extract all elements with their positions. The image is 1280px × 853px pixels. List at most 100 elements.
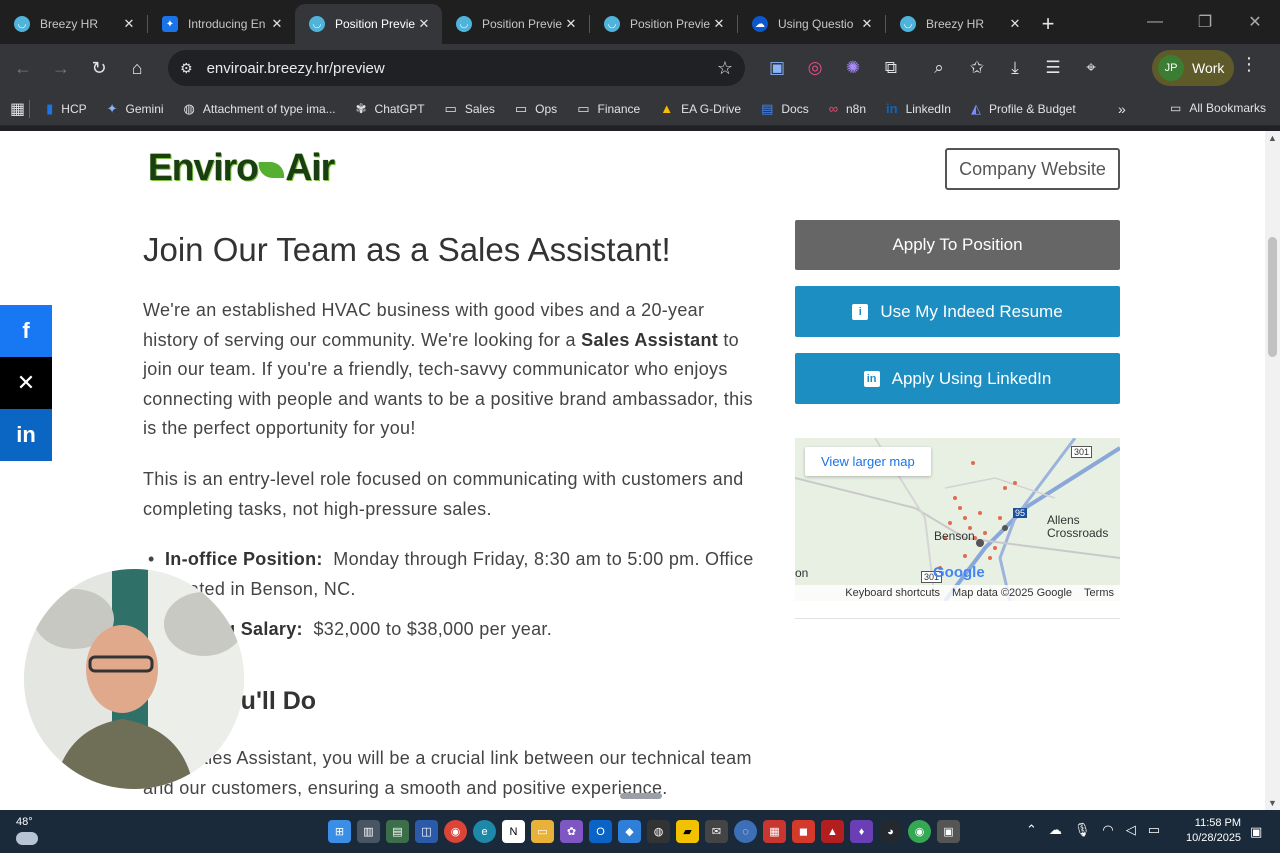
github-icon[interactable]: ◕	[879, 820, 902, 843]
bookmark-gemini[interactable]: ✦ Gemini	[107, 101, 164, 117]
weather-widget[interactable]: 48°	[16, 816, 38, 845]
bookmark-linkedin[interactable]: in LinkedIn	[886, 101, 951, 116]
minimize-icon[interactable]: —	[1130, 0, 1180, 44]
tab-using-questions[interactable]: ☁ Using Questio ✕	[738, 4, 885, 44]
tab-position-preview-3[interactable]: ◡ Position Previe ✕	[590, 4, 737, 44]
close-icon[interactable]: ✕	[416, 16, 432, 32]
all-bookmarks[interactable]: ▭ All Bookmarks	[1170, 101, 1266, 115]
company-website-button[interactable]: Company Website	[945, 148, 1120, 190]
facebook-icon[interactable]: f	[0, 305, 52, 357]
close-icon[interactable]: ✕	[563, 16, 579, 32]
bookmark-attachment[interactable]: ◍ Attachment of type ima...	[184, 101, 336, 117]
favorites-icon[interactable]: ✩	[958, 49, 996, 87]
app-icon-red-sheet[interactable]: ▦	[763, 820, 786, 843]
onedrive-icon[interactable]: ☁	[1049, 822, 1062, 838]
search-tabs-icon[interactable]: ⌕	[920, 49, 958, 87]
view-larger-map-link[interactable]: View larger map	[805, 447, 931, 476]
notification-icon[interactable]: ▣	[1250, 824, 1262, 840]
task-view-icon[interactable]: ▥	[357, 820, 380, 843]
terms-link[interactable]: Terms	[1084, 587, 1114, 599]
app-icon-mail[interactable]: ✉	[705, 820, 728, 843]
url-text[interactable]: enviroair.breezy.hr/preview	[207, 60, 717, 77]
apply-to-position-button[interactable]: Apply To Position	[795, 220, 1120, 270]
apps-grid-icon[interactable]: ▦	[10, 99, 25, 119]
app-icon-monitor[interactable]: ▣	[937, 820, 960, 843]
app-icon-colorful[interactable]: ✿	[560, 820, 583, 843]
close-icon[interactable]: ✕	[711, 16, 727, 32]
chevron-up-icon[interactable]: ⌃	[1026, 822, 1037, 838]
volume-icon[interactable]: ◁	[1126, 822, 1136, 838]
horizontal-scroll-indicator[interactable]	[620, 793, 662, 799]
close-icon[interactable]: ✕	[859, 16, 875, 32]
extension-circle-icon[interactable]: ◎	[796, 49, 834, 87]
home-icon[interactable]: ⌂	[118, 49, 156, 87]
bookmark-finance[interactable]: ▭ Finance	[577, 101, 640, 117]
microphone-icon[interactable]: 🎙	[1074, 822, 1091, 838]
battery-icon[interactable]: ▭	[1148, 822, 1160, 838]
reading-list-icon[interactable]: ☰	[1034, 49, 1072, 87]
site-info-icon[interactable]: ⚙	[180, 60, 193, 77]
tab-breezy-1[interactable]: ◡ Breezy HR ✕	[0, 4, 147, 44]
app-icon-yellow[interactable]: ▰	[676, 820, 699, 843]
bookmark-ops[interactable]: ▭ Ops	[515, 101, 557, 117]
chrome-profile-icon[interactable]: ◉	[908, 820, 931, 843]
bookmark-star-icon[interactable]: ☆	[717, 58, 733, 79]
reload-icon[interactable]: ↻	[80, 49, 118, 87]
address-bar[interactable]: ⚙ enviroair.breezy.hr/preview ☆	[168, 50, 745, 86]
keyboard-shortcuts-link[interactable]: Keyboard shortcuts	[845, 587, 940, 599]
profile-button[interactable]: JP Work	[1152, 50, 1234, 86]
extensions-puzzle-icon[interactable]: ⧉	[872, 49, 910, 87]
bookmark-sales[interactable]: ▭ Sales	[445, 101, 495, 117]
bookmark-docs[interactable]: ▤ Docs	[761, 101, 809, 117]
bookmark-n8n[interactable]: ∞ n8n	[829, 101, 866, 116]
tab-position-preview-active[interactable]: ◡ Position Previe ✕	[295, 4, 442, 44]
tab-position-preview-2[interactable]: ◡ Position Previe ✕	[442, 4, 589, 44]
widgets-icon[interactable]: ▤	[386, 820, 409, 843]
bookmark-profile-budget[interactable]: ◭ Profile & Budget	[971, 101, 1076, 117]
scroll-down-icon[interactable]: ▼	[1268, 798, 1277, 808]
outlook-icon[interactable]: O	[589, 820, 612, 843]
restore-icon[interactable]: ❐	[1180, 0, 1230, 44]
indeed-resume-button[interactable]: i Use My Indeed Resume	[795, 286, 1120, 337]
extension-doc-icon[interactable]: ▣	[758, 49, 796, 87]
enviroair-logo[interactable]: Enviro Air	[148, 147, 335, 190]
new-tab-button[interactable]: +	[1033, 4, 1063, 44]
linkedin-share-icon[interactable]: in	[0, 409, 52, 461]
x-icon[interactable]: ✕	[0, 357, 52, 409]
linkedin-apply-button[interactable]: in Apply Using LinkedIn	[795, 353, 1120, 404]
tab-breezy-2[interactable]: ◡ Breezy HR ✕	[886, 4, 1033, 44]
app-icon-purple[interactable]: ♦	[850, 820, 873, 843]
scrollbar-thumb[interactable]	[1268, 237, 1277, 357]
bookmark-ea-gdrive[interactable]: ▲ EA G-Drive	[660, 101, 741, 116]
edge-icon[interactable]: e	[473, 820, 496, 843]
app-icon-dark[interactable]: ◍	[647, 820, 670, 843]
notion-icon[interactable]: N	[502, 820, 525, 843]
bookmark-chatgpt[interactable]: ✾ ChatGPT	[356, 101, 425, 117]
file-explorer-icon[interactable]: ▭	[531, 820, 554, 843]
clock[interactable]: 11:58 PM 10/28/2025	[1186, 816, 1241, 846]
app-icon-acrobat[interactable]: ▲	[821, 820, 844, 843]
app-icon-blue[interactable]: ◆	[618, 820, 641, 843]
close-window-icon[interactable]: ✕	[1230, 0, 1280, 44]
app-icon-globe[interactable]: ◌	[734, 820, 757, 843]
vertical-scrollbar[interactable]: ▲ ▼	[1265, 131, 1280, 810]
location-map[interactable]: View larger map Benson Allens Crossroads…	[795, 438, 1120, 601]
chrome-icon[interactable]: ◉	[444, 820, 467, 843]
webcam-overlay[interactable]	[24, 569, 244, 789]
bookmark-hcp[interactable]: ▮ HCP	[46, 101, 87, 117]
close-icon[interactable]: ✕	[1007, 16, 1023, 32]
close-icon[interactable]: ✕	[121, 16, 137, 32]
forward-icon[interactable]: →	[42, 49, 80, 87]
location-icon[interactable]: ⌖	[1072, 49, 1110, 87]
back-icon[interactable]: ←	[4, 49, 42, 87]
download-icon[interactable]: ⤓	[996, 49, 1034, 87]
extension-star-icon[interactable]: ✺	[834, 49, 872, 87]
tab-introducing[interactable]: ✦ Introducing En ✕	[148, 4, 295, 44]
store-icon[interactable]: ◫	[415, 820, 438, 843]
wifi-icon[interactable]: ◠	[1102, 822, 1113, 838]
close-icon[interactable]: ✕	[269, 16, 285, 32]
app-icon-red[interactable]: ◼	[792, 820, 815, 843]
chevron-right-icon[interactable]: »	[1118, 101, 1126, 117]
scroll-up-icon[interactable]: ▲	[1268, 133, 1277, 143]
more-menu-icon[interactable]: ⋮	[1240, 54, 1258, 75]
